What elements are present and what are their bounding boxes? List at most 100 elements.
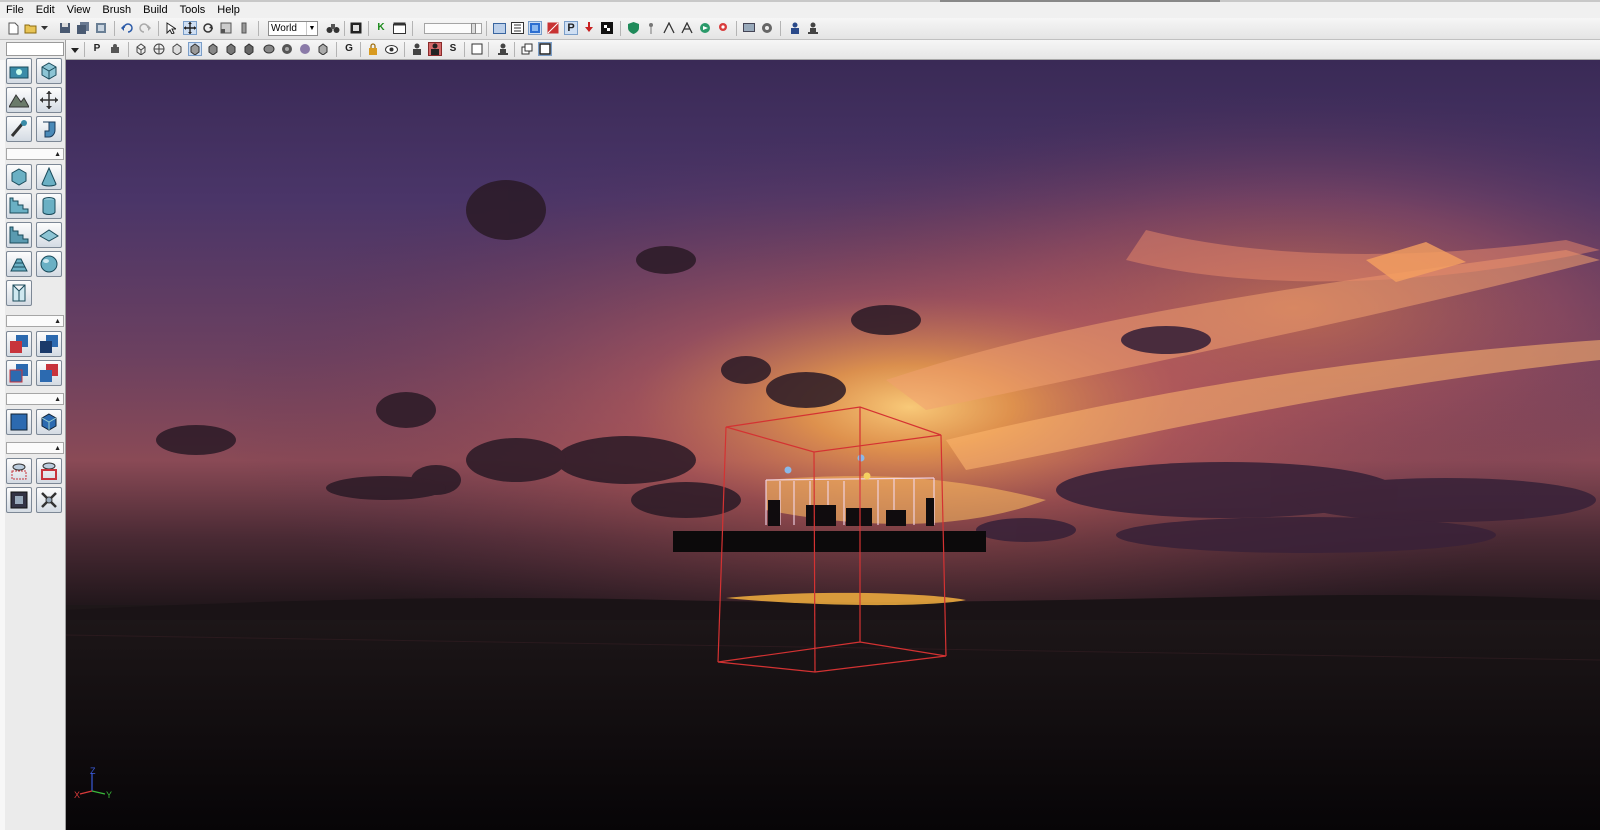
open-dropdown-icon[interactable] [40, 21, 49, 35]
matinee-icon[interactable] [392, 21, 406, 35]
detail-lighting-icon[interactable] [206, 42, 220, 56]
monitor-icon[interactable] [742, 21, 756, 35]
snap-vertex-icon[interactable] [662, 21, 676, 35]
unlit-view-icon[interactable] [170, 42, 184, 56]
player-pawn-icon[interactable] [410, 42, 424, 56]
viewport-menu-chevron-icon[interactable] [68, 43, 82, 57]
perspective-toggle[interactable]: P [90, 42, 104, 56]
redo-icon[interactable] [138, 21, 152, 35]
collapse-up-icon[interactable]: ▲ [54, 149, 61, 160]
actor-lock-icon[interactable] [496, 42, 510, 56]
sound-icon[interactable] [760, 21, 774, 35]
show-selected-icon[interactable] [6, 458, 32, 484]
shader-complexity-icon[interactable] [280, 42, 294, 56]
light-complexity-icon[interactable] [242, 42, 256, 56]
new-file-icon[interactable] [6, 21, 20, 35]
csg-intersect-icon[interactable] [6, 360, 32, 386]
window-layout-icon[interactable] [492, 21, 506, 35]
add-mover-icon[interactable] [36, 409, 62, 435]
save-all-icon[interactable] [76, 21, 90, 35]
eye-icon[interactable] [384, 42, 398, 56]
gizmo-toggle[interactable]: G [342, 42, 356, 56]
csg-add-icon[interactable] [6, 331, 32, 357]
hide-selected-icon[interactable] [36, 458, 62, 484]
spiral-stair-brush-icon[interactable] [6, 251, 32, 277]
curved-stair-brush-icon[interactable] [6, 193, 32, 219]
open-file-icon[interactable] [24, 21, 38, 35]
csg-subtract-icon[interactable] [36, 331, 62, 357]
restore-view-icon[interactable] [520, 42, 534, 56]
camera-icon[interactable] [108, 42, 122, 56]
shield-icon[interactable] [626, 21, 640, 35]
build-lighting-icon[interactable] [528, 21, 542, 35]
build-paths-icon[interactable] [546, 21, 560, 35]
texture-density-icon[interactable] [262, 42, 276, 56]
visibility-section-header[interactable]: ▲ [6, 442, 64, 454]
menu-file[interactable]: File [0, 2, 30, 18]
slider-thumb[interactable] [471, 23, 476, 34]
texture-paint-icon[interactable] [6, 116, 32, 142]
sphere-brush-icon[interactable] [36, 251, 62, 277]
perspective-viewport[interactable]: Z X Y [66, 60, 1600, 830]
translate-mode-icon[interactable] [183, 21, 197, 35]
menu-help[interactable]: Help [211, 2, 246, 18]
pin-icon[interactable] [644, 21, 658, 35]
grid-size-slider[interactable] [424, 23, 482, 34]
realtime-icon[interactable] [698, 21, 712, 35]
lightmap-density-icon[interactable] [298, 42, 312, 56]
csg-section-header[interactable]: ▲ [6, 315, 64, 327]
collapse-up-icon[interactable]: ▲ [54, 394, 61, 405]
menu-brush[interactable]: Brush [96, 2, 137, 18]
terrain-mode-icon[interactable] [6, 87, 32, 113]
lighting-channels-icon[interactable] [316, 42, 330, 56]
snap-edge-icon[interactable] [680, 21, 694, 35]
camera-mode-icon[interactable] [6, 58, 32, 84]
scale-nonuniform-icon[interactable] [237, 21, 251, 35]
sheet-brush-icon[interactable] [36, 222, 62, 248]
cube-brush-icon[interactable] [6, 164, 32, 190]
binoculars-icon[interactable] [326, 21, 340, 35]
lock-icon[interactable] [366, 42, 380, 56]
menu-edit[interactable]: Edit [30, 2, 61, 18]
brush-wireframe-icon[interactable] [152, 42, 166, 56]
select-inverse-icon[interactable] [6, 487, 32, 513]
cone-brush-icon[interactable] [36, 164, 62, 190]
menu-view[interactable]: View [61, 2, 97, 18]
snap-toggle[interactable]: S [446, 42, 460, 56]
play-on-console-icon[interactable] [582, 21, 596, 35]
lighting-only-icon[interactable] [224, 42, 238, 56]
collapse-up-icon[interactable]: ▲ [54, 443, 61, 454]
square-view-icon[interactable] [470, 42, 484, 56]
add-volume-icon[interactable] [6, 409, 32, 435]
geometry-mode-icon[interactable] [36, 58, 62, 84]
brushes-section-header[interactable]: ▲ [6, 148, 64, 160]
move-arrows-icon[interactable] [36, 87, 62, 113]
actor-icon[interactable] [806, 21, 820, 35]
play-in-editor-icon[interactable]: P [564, 21, 578, 35]
lit-view-icon[interactable] [188, 42, 202, 56]
show-flags-icon[interactable] [716, 21, 730, 35]
cylinder-brush-icon[interactable] [36, 193, 62, 219]
checkerboard-icon[interactable] [600, 21, 614, 35]
build-geometry-icon[interactable] [510, 21, 524, 35]
realtime-preview-icon[interactable] [428, 42, 442, 56]
wireframe-view-icon[interactable] [134, 42, 148, 56]
player-start-icon[interactable] [788, 21, 802, 35]
volumetric-brush-icon[interactable] [6, 280, 32, 306]
rotate-mode-icon[interactable] [201, 21, 215, 35]
undo-icon[interactable] [120, 21, 134, 35]
csg-deintersect-icon[interactable] [36, 360, 62, 386]
maximize-view-icon[interactable] [538, 42, 552, 56]
select-arrow-icon[interactable] [164, 21, 178, 35]
collapse-up-icon[interactable]: ▲ [54, 316, 61, 327]
volumes-section-header[interactable]: ▲ [6, 393, 64, 405]
kismet-icon[interactable]: K [374, 21, 388, 35]
menu-tools[interactable]: Tools [174, 2, 212, 18]
mesh-paint-icon[interactable] [36, 116, 62, 142]
mode-select[interactable] [6, 42, 64, 56]
menu-build[interactable]: Build [137, 2, 173, 18]
scale-mode-icon[interactable] [219, 21, 233, 35]
save-copy-icon[interactable] [94, 21, 108, 35]
save-icon[interactable] [58, 21, 72, 35]
linear-stair-brush-icon[interactable] [6, 222, 32, 248]
